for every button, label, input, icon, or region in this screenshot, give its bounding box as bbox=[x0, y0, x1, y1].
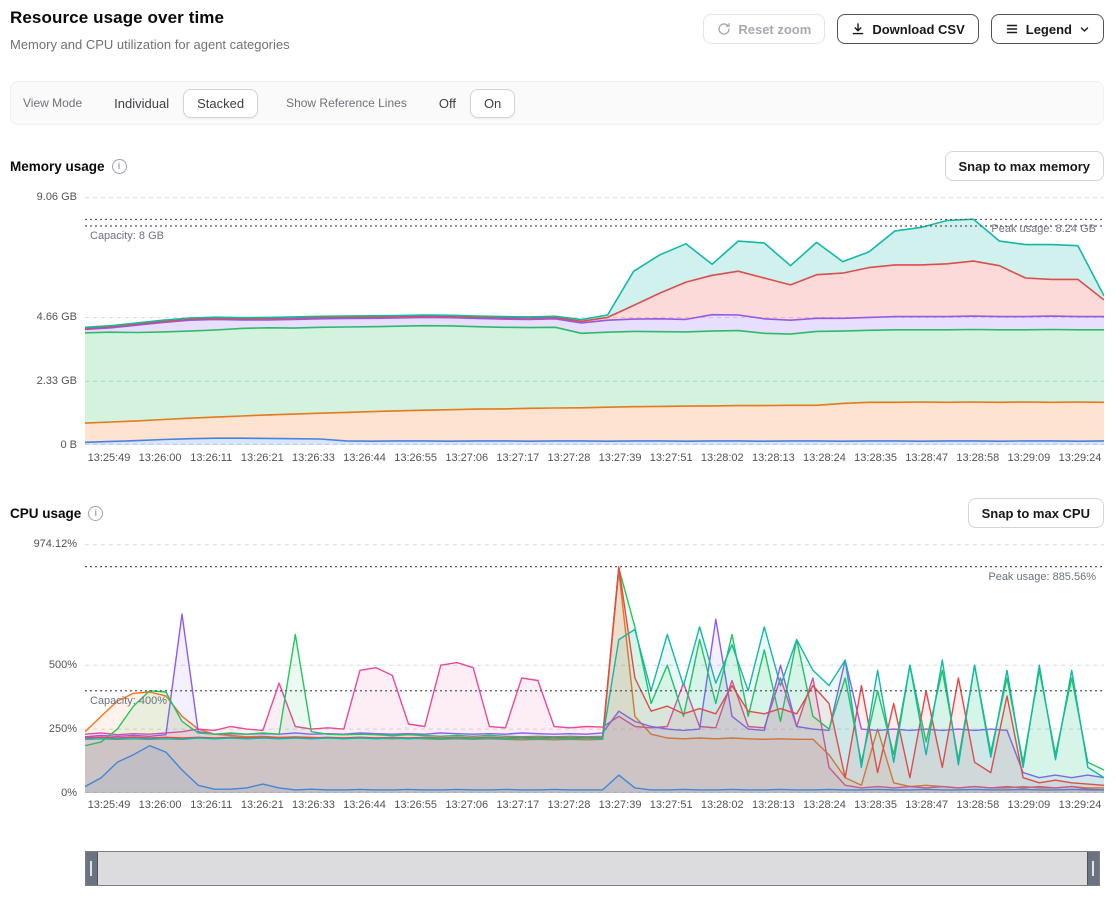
x-axis-tick-label: 13:25:49 bbox=[88, 452, 131, 464]
reference-lines-off-option[interactable]: Off bbox=[425, 89, 470, 118]
y-axis-tick-label: 974.12% bbox=[34, 538, 77, 550]
x-axis-tick-label: 13:27:39 bbox=[599, 799, 642, 811]
x-axis-tick-label: 13:27:28 bbox=[548, 452, 591, 464]
x-axis-tick-label: 13:28:24 bbox=[803, 452, 846, 464]
x-axis-tick-label: 13:29:24 bbox=[1059, 799, 1102, 811]
x-axis-tick-label: 13:28:13 bbox=[752, 799, 795, 811]
x-axis-tick-label: 13:28:47 bbox=[905, 452, 948, 464]
memory-section-header: Memory usage Snap to max memory bbox=[10, 151, 1104, 181]
cpu-info-icon[interactable] bbox=[88, 506, 103, 521]
x-axis-tick-label: 13:27:39 bbox=[599, 452, 642, 464]
show-reference-lines-label: Show Reference Lines bbox=[286, 96, 407, 110]
memory-x-axis: 13:25:49 13:26:00 13:26:11 13:26:21 13:26:33… bbox=[85, 452, 1104, 468]
cpu-x-axis: 13:25:49 13:26:00 13:26:11 13:26:21 13:26:33… bbox=[85, 799, 1104, 815]
page-title: Resource usage over time bbox=[10, 8, 224, 28]
resource-usage-dashboard: Resource usage over time Memory and CPU … bbox=[0, 0, 1116, 906]
cpu-section-title: CPU usage bbox=[10, 506, 81, 521]
brush-handle-right[interactable] bbox=[1087, 852, 1099, 885]
x-axis-tick-label: 13:26:00 bbox=[139, 452, 182, 464]
x-axis-tick-label: 13:26:55 bbox=[394, 452, 437, 464]
cpu-plot-area[interactable] bbox=[85, 544, 1104, 793]
snap-to-max-cpu-button[interactable]: Snap to max CPU bbox=[968, 498, 1104, 528]
x-axis-tick-label: 13:26:33 bbox=[292, 799, 335, 811]
y-axis-tick-label: 0% bbox=[61, 787, 77, 799]
x-axis-tick-label: 13:28:35 bbox=[854, 452, 897, 464]
brush-handle-left[interactable] bbox=[86, 852, 98, 885]
time-range-brush[interactable] bbox=[85, 851, 1100, 886]
x-axis-tick-label: 13:27:06 bbox=[445, 799, 488, 811]
x-axis-tick-label: 13:27:51 bbox=[650, 799, 693, 811]
memory-y-axis: 0 B2.33 GB4.66 GB9.06 GB bbox=[0, 197, 77, 472]
download-csv-label: Download CSV bbox=[872, 22, 964, 37]
reset-zoom-button[interactable]: Reset zoom bbox=[703, 14, 825, 44]
x-axis-tick-label: 13:28:02 bbox=[701, 452, 744, 464]
x-axis-tick-label: 13:26:21 bbox=[241, 452, 284, 464]
y-axis-tick-label: 250% bbox=[49, 723, 77, 735]
download-csv-button[interactable]: Download CSV bbox=[837, 14, 978, 44]
x-axis-tick-label: 13:26:00 bbox=[139, 799, 182, 811]
x-axis-tick-label: 13:27:51 bbox=[650, 452, 693, 464]
x-axis-tick-label: 13:26:44 bbox=[343, 452, 386, 464]
page-subtitle: Memory and CPU utilization for agent cat… bbox=[10, 37, 290, 52]
x-axis-tick-label: 13:28:02 bbox=[701, 799, 744, 811]
x-axis-tick-label: 13:26:55 bbox=[394, 799, 437, 811]
series-teal-area bbox=[85, 627, 1104, 793]
y-axis-tick-label: 9.06 GB bbox=[37, 191, 77, 203]
memory-chart: 0 B2.33 GB4.66 GB9.06 GB Capacity: 8 GBP… bbox=[0, 197, 1116, 472]
memory-plot-area[interactable] bbox=[85, 197, 1104, 445]
x-axis-tick-label: 13:28:13 bbox=[752, 452, 795, 464]
x-axis-tick-label: 13:25:49 bbox=[88, 799, 131, 811]
x-axis-tick-label: 13:26:11 bbox=[190, 452, 232, 464]
cpu-y-axis: 0%250%500%974.12% bbox=[0, 544, 77, 819]
x-axis-tick-label: 13:29:24 bbox=[1059, 452, 1102, 464]
y-axis-tick-label: 4.66 GB bbox=[37, 311, 77, 323]
chart-controls-toolbar: View Mode Individual Stacked Show Refere… bbox=[10, 81, 1104, 125]
x-axis-tick-label: 13:29:09 bbox=[1007, 452, 1050, 464]
x-axis-tick-label: 13:26:33 bbox=[292, 452, 335, 464]
x-axis-tick-label: 13:27:06 bbox=[445, 452, 488, 464]
refresh-icon bbox=[717, 22, 731, 36]
view-mode-label: View Mode bbox=[23, 96, 82, 110]
reset-zoom-label: Reset zoom bbox=[738, 22, 811, 37]
x-axis-tick-label: 13:27:17 bbox=[496, 452, 539, 464]
y-axis-tick-label: 2.33 GB bbox=[37, 375, 77, 387]
cpu-section-header: CPU usage Snap to max CPU bbox=[10, 498, 1104, 528]
download-icon bbox=[851, 22, 865, 36]
x-axis-tick-label: 13:27:28 bbox=[548, 799, 591, 811]
snap-to-max-memory-button[interactable]: Snap to max memory bbox=[945, 151, 1105, 181]
header-actions: Reset zoom Download CSV Legend bbox=[703, 14, 1104, 44]
memory-section-title: Memory usage bbox=[10, 159, 105, 174]
memory-info-icon[interactable] bbox=[112, 159, 127, 174]
view-mode-stacked-option[interactable]: Stacked bbox=[183, 89, 258, 118]
x-axis-tick-label: 13:28:35 bbox=[854, 799, 897, 811]
x-axis-tick-label: 13:27:17 bbox=[496, 799, 539, 811]
chevron-down-icon bbox=[1079, 24, 1090, 35]
x-axis-tick-label: 13:26:21 bbox=[241, 799, 284, 811]
x-axis-tick-label: 13:26:44 bbox=[343, 799, 386, 811]
y-axis-tick-label: 500% bbox=[49, 659, 77, 671]
reference-lines-on-option[interactable]: On bbox=[470, 89, 515, 118]
x-axis-tick-label: 13:28:58 bbox=[956, 799, 999, 811]
legend-label: Legend bbox=[1026, 22, 1072, 37]
x-axis-tick-label: 13:28:58 bbox=[956, 452, 999, 464]
x-axis-tick-label: 13:26:11 bbox=[190, 799, 232, 811]
list-icon bbox=[1005, 22, 1019, 36]
x-axis-tick-label: 13:28:24 bbox=[803, 799, 846, 811]
view-mode-individual-option[interactable]: Individual bbox=[100, 89, 183, 118]
y-axis-tick-label: 0 B bbox=[60, 439, 77, 451]
legend-button[interactable]: Legend bbox=[991, 14, 1104, 44]
x-axis-tick-label: 13:29:09 bbox=[1007, 799, 1050, 811]
cpu-chart: 0%250%500%974.12% Capacity: 400%Peak usa… bbox=[0, 544, 1116, 819]
x-axis-tick-label: 13:28:47 bbox=[905, 799, 948, 811]
